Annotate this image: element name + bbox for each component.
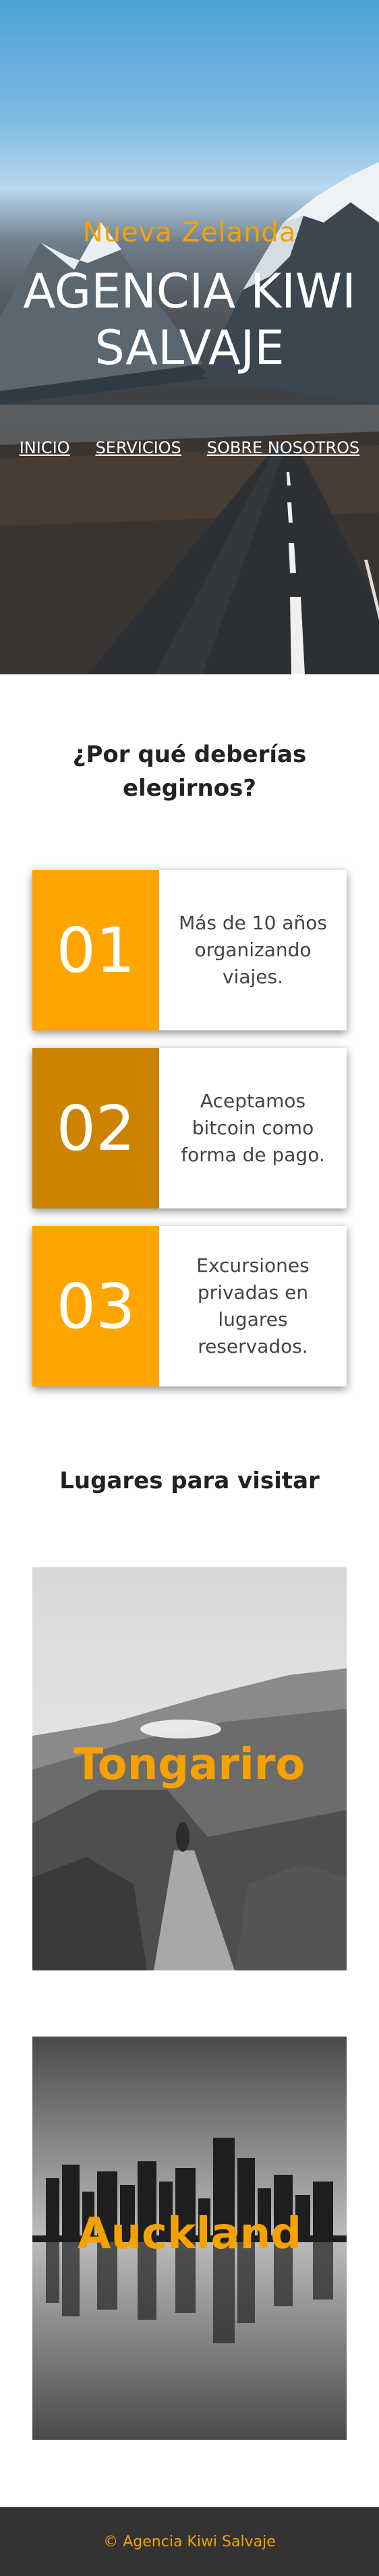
why-section-title: ¿Por qué deberías elegirnos? [0, 738, 379, 805]
hero-banner: Nueva Zelanda AGENCIA KIWI SALVAJE INICI… [0, 0, 379, 674]
place-card-tongariro[interactable]: Tongariro [32, 1567, 347, 1970]
footer: © Agencia Kiwi Salvaje [0, 2507, 379, 2576]
hero-title: AGENCIA KIWI SALVAJE [0, 263, 379, 376]
reason-number: 02 [32, 1048, 159, 1208]
hero-title-line: AGENCIA KIWI [23, 264, 356, 319]
footer-copyright: © Agencia Kiwi Salvaje [103, 2533, 276, 2550]
why-title-line: elegirnos? [122, 775, 257, 802]
nav-link-sobre-nosotros[interactable]: SOBRE NOSOTROS [207, 438, 360, 457]
place-name: Tongariro [74, 1740, 305, 1790]
place-card-auckland[interactable]: Auckland [32, 2037, 347, 2440]
reason-text: Excursiones privadas en lugares reservad… [196, 1254, 310, 1357]
places-section-title: Lugares para visitar [59, 1467, 320, 1494]
reason-card: 01 Más de 10 años organizando viajes. [32, 870, 347, 1030]
main-nav: INICIO SERVICIOS SOBRE NOSOTROS [0, 438, 379, 457]
place-name: Auckland [77, 2209, 302, 2259]
nav-link-servicios[interactable]: SERVICIOS [96, 438, 181, 457]
reason-text: Aceptamos bitcoin como forma de pago. [181, 1090, 325, 1166]
why-title-line: ¿Por qué deberías [72, 741, 307, 768]
reason-text: Más de 10 años organizando viajes. [179, 912, 327, 988]
hero-subtitle: Nueva Zelanda [82, 217, 297, 248]
reason-card: 03 Excursiones privadas en lugares reser… [32, 1226, 347, 1386]
hero-title-line: SALVAJE [94, 320, 285, 376]
nav-link-inicio[interactable]: INICIO [20, 438, 70, 457]
reason-number: 01 [32, 870, 159, 1030]
reason-card: 02 Aceptamos bitcoin como forma de pago. [32, 1048, 347, 1208]
reason-number: 03 [32, 1226, 159, 1386]
